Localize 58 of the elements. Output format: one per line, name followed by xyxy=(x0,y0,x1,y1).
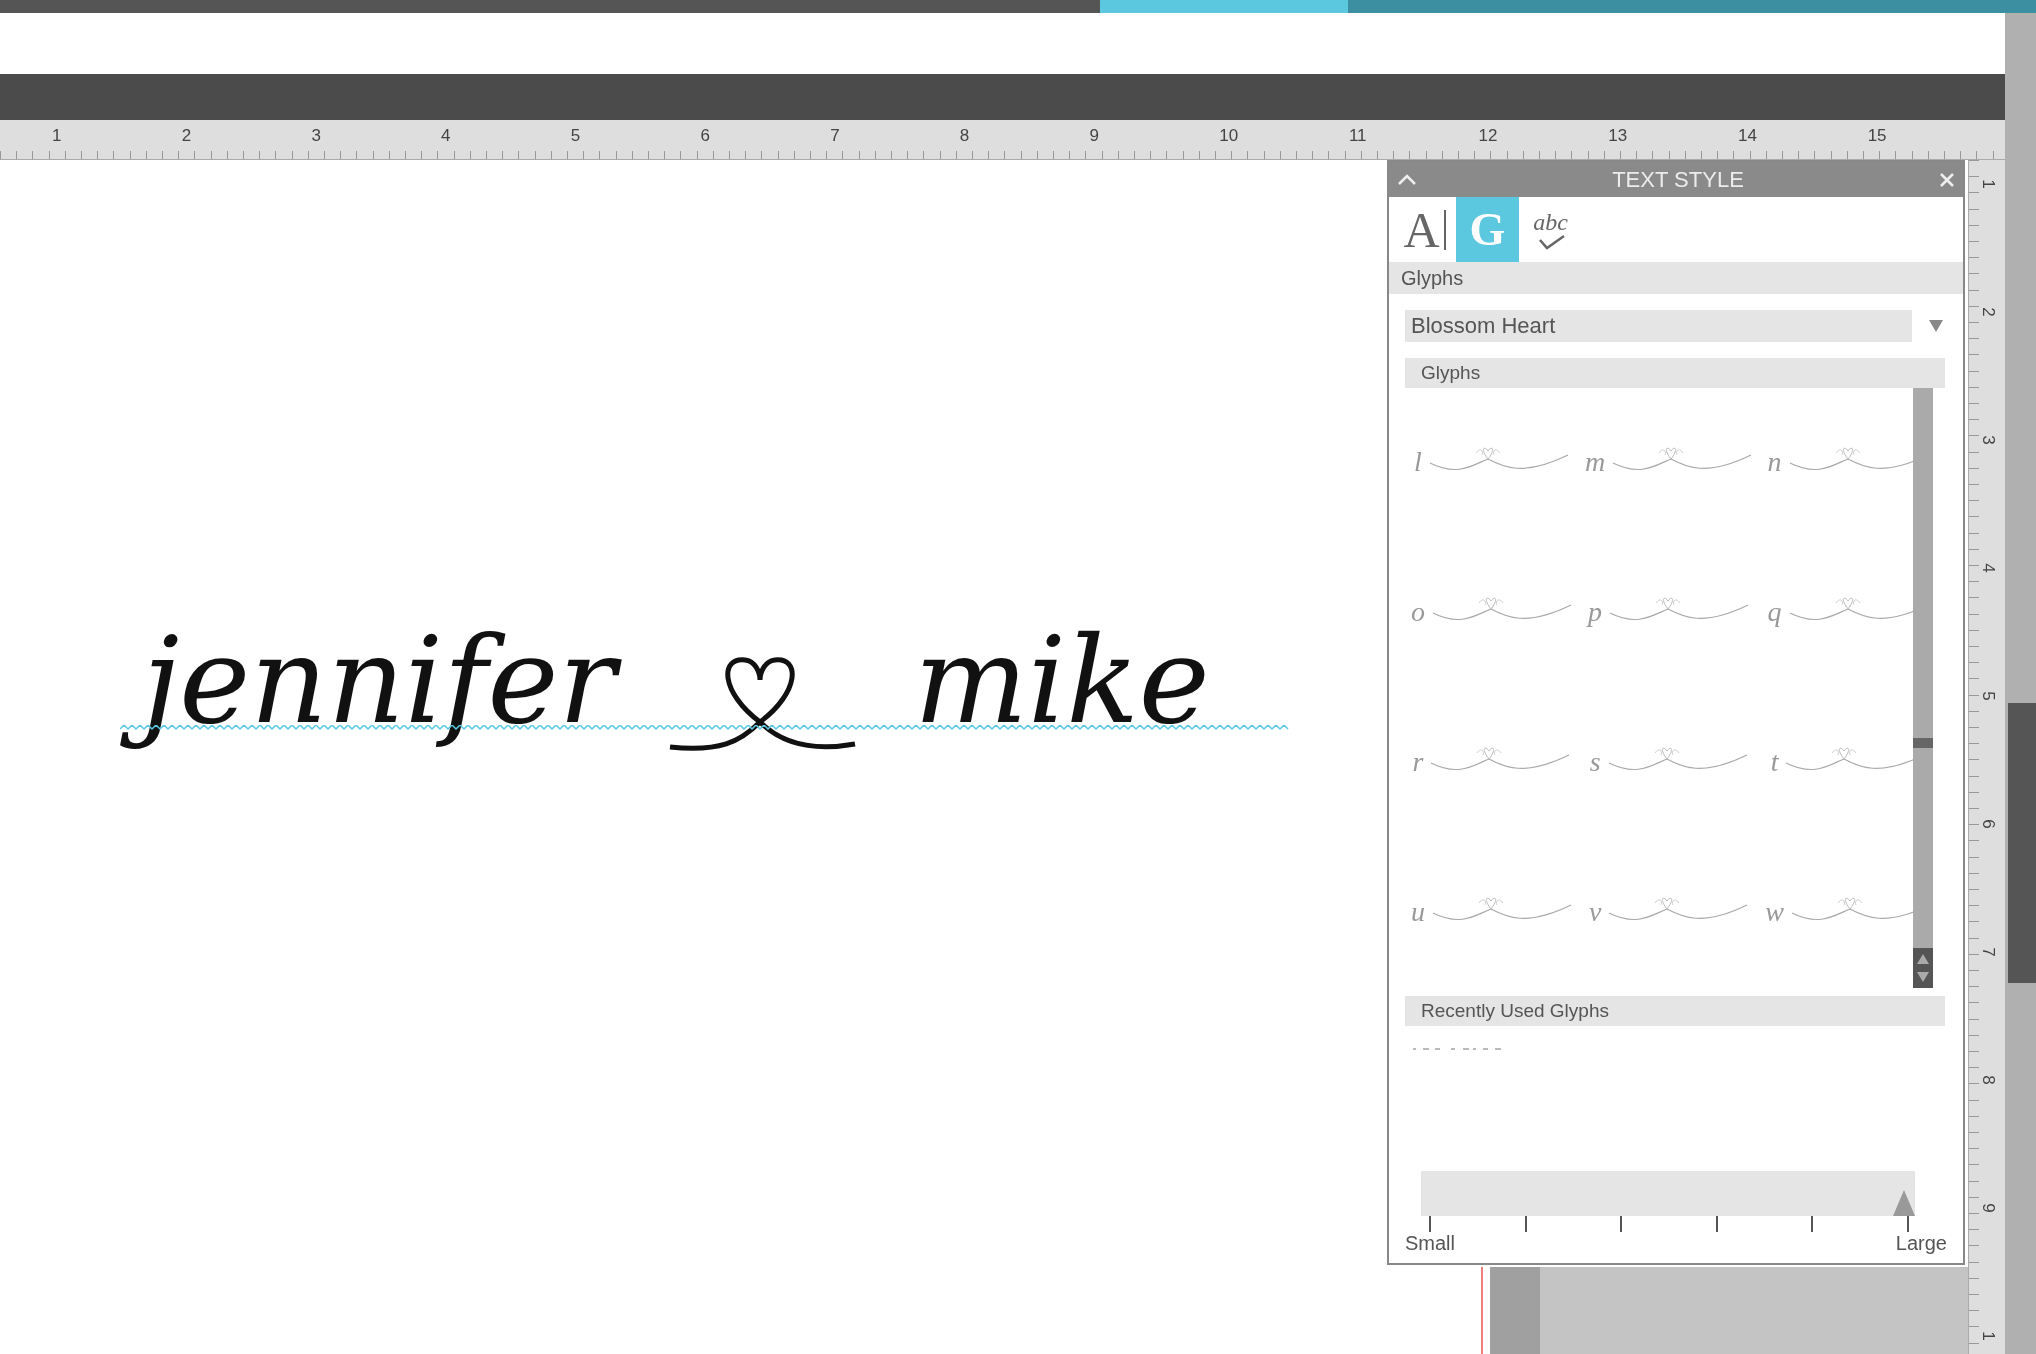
ruler-number: 7 xyxy=(830,126,840,146)
glyph-tile[interactable]: p xyxy=(1579,538,1760,686)
slider-max-label: Large xyxy=(1895,1232,1947,1255)
ruler-number: 1 xyxy=(1977,1331,1998,1341)
scroll-thumb[interactable] xyxy=(1913,738,1933,748)
ruler-number: 13 xyxy=(1608,126,1628,146)
ruler-number: 9 xyxy=(1977,1203,1998,1213)
ruler-number: 2 xyxy=(181,126,192,146)
ruler-number: 15 xyxy=(1867,126,1887,146)
ruler-number: 6 xyxy=(700,126,710,146)
section-label: Glyphs xyxy=(1389,262,1963,294)
style-tab[interactable]: G xyxy=(1456,197,1519,262)
slider-thumb[interactable] xyxy=(1893,1190,1915,1216)
size-slider[interactable] xyxy=(1421,1171,1915,1216)
ruler-number: 8 xyxy=(1977,1075,1998,1085)
panel-title: TEXT STYLE xyxy=(1612,166,1744,193)
scrollbar[interactable] xyxy=(2005,13,2036,1354)
glyph-tile[interactable]: q xyxy=(1759,538,1938,686)
slider-min-label: Small xyxy=(1405,1232,1455,1255)
ruler-number: 3 xyxy=(1977,435,1998,445)
glyph-tile[interactable]: u xyxy=(1405,838,1579,986)
text-cursor-icon xyxy=(1443,209,1446,250)
ruler-number: 7 xyxy=(1977,947,1998,957)
glyph-tile[interactable]: t xyxy=(1759,688,1938,836)
ruler-number: 14 xyxy=(1737,126,1757,146)
dropdown-caret-icon[interactable] xyxy=(1928,319,1944,333)
ruler-number: 4 xyxy=(441,126,451,146)
ruler-number: 1 xyxy=(52,126,62,146)
script-text: jennifer xyxy=(118,600,630,762)
glyph-tile[interactable]: v xyxy=(1579,838,1760,986)
glyph-tile[interactable]: s xyxy=(1579,688,1760,836)
close-icon[interactable] xyxy=(1939,171,1955,188)
glyph-tile[interactable]: w xyxy=(1759,838,1938,986)
style-tab[interactable]: A xyxy=(1393,197,1456,262)
ruler-number: 5 xyxy=(1977,691,1998,701)
ruler-number: 8 xyxy=(959,126,970,146)
glyph-tile[interactable]: r xyxy=(1405,688,1579,836)
section-header: Recently Used Glyphs xyxy=(1405,996,1945,1026)
ruler-number: 3 xyxy=(311,126,321,146)
ruler-number: 5 xyxy=(570,126,581,146)
script-text: mike xyxy=(912,610,1211,752)
style-tab[interactable]: abc xyxy=(1519,197,1582,262)
glyph-tile[interactable]: o xyxy=(1405,538,1579,686)
ruler-number: 10 xyxy=(1219,126,1239,146)
ruler-number: 2 xyxy=(1977,307,1998,317)
font-dropdown[interactable]: Blossom Heart xyxy=(1405,310,1912,342)
ruler-number: 9 xyxy=(1089,126,1099,146)
section-header: Glyphs xyxy=(1405,358,1945,388)
glyph-tile[interactable]: m xyxy=(1579,388,1760,536)
ruler-number: 6 xyxy=(1977,819,1998,829)
collapse-icon[interactable] xyxy=(1397,173,1417,186)
ruler-number: 12 xyxy=(1478,126,1498,146)
glyph-tile[interactable]: n xyxy=(1759,388,1938,536)
ruler-number: 4 xyxy=(1977,563,1998,573)
glyph-tile[interactable]: l xyxy=(1405,388,1579,536)
ruler-number: 1 xyxy=(1977,179,1998,189)
scroll-thumb[interactable] xyxy=(2008,703,2036,983)
ruler-number: 11 xyxy=(1348,126,1367,146)
